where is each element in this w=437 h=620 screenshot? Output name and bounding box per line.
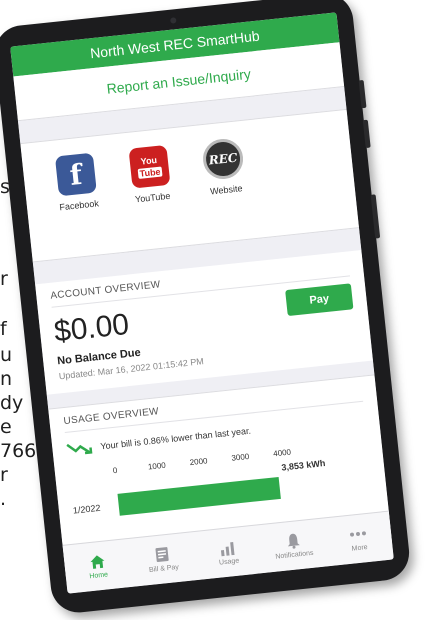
youtube-glyph-top: You: [140, 154, 158, 167]
tab-usage[interactable]: Usage: [193, 525, 263, 580]
camera-icon: [170, 17, 177, 24]
side-button: [370, 194, 381, 239]
x-tick-label: 1000: [147, 460, 167, 472]
bill-icon: [153, 546, 173, 564]
app-screen: North West REC SmartHub Report an Issue/…: [10, 12, 394, 594]
website-link[interactable]: REC Website: [193, 136, 255, 198]
tab-notifications-label: Notifications: [275, 549, 314, 561]
side-button: [362, 119, 371, 149]
x-tick-label: 4000: [272, 447, 292, 459]
x-tick-label: 3000: [231, 451, 250, 463]
tab-usage-label: Usage: [218, 557, 240, 567]
tab-bill-pay[interactable]: Bill & Pay: [128, 532, 198, 587]
bg-text-line: .: [0, 488, 7, 510]
tab-home[interactable]: Home: [63, 539, 133, 594]
tab-more-label: More: [351, 544, 368, 553]
usage-trend-text: Your bill is 0.86% lower than last year.: [99, 425, 252, 452]
tab-bill-pay-label: Bill & Pay: [148, 563, 180, 574]
bg-text-line: dy: [0, 392, 24, 414]
bg-text-line: r: [0, 268, 8, 290]
x-tick-label: 2000: [189, 456, 208, 468]
youtube-label: YouTube: [134, 190, 171, 205]
rec-logo-icon: REC: [201, 137, 246, 181]
home-icon: [87, 552, 107, 570]
bg-text-line: f: [0, 318, 7, 340]
youtube-icon: You Tube: [128, 144, 171, 189]
trend-down-icon: [66, 443, 93, 455]
bg-text-line: n: [0, 368, 13, 390]
bell-icon: [283, 532, 303, 550]
tab-notifications[interactable]: Notifications: [258, 518, 328, 573]
bg-text-line: r: [0, 464, 8, 486]
side-button: [358, 79, 367, 109]
youtube-glyph-bottom: Tube: [137, 166, 163, 179]
tab-home-label: Home: [89, 571, 109, 581]
tab-more[interactable]: More: [324, 512, 394, 567]
youtube-link[interactable]: You Tube YouTube: [120, 144, 182, 206]
usage-chart-icon: [218, 539, 238, 557]
more-dots-icon: [348, 525, 368, 543]
facebook-link[interactable]: f Facebook: [46, 152, 108, 214]
facebook-label: Facebook: [58, 198, 100, 213]
bar-category-label: 1/2022: [72, 502, 101, 516]
website-label: Website: [209, 183, 243, 197]
x-tick-label: 0: [112, 465, 118, 476]
facebook-icon: f: [54, 152, 97, 197]
tablet-device: North West REC SmartHub Report an Issue/…: [0, 0, 412, 616]
bg-text-line: e: [0, 416, 12, 438]
bg-text-line: u: [0, 344, 13, 366]
